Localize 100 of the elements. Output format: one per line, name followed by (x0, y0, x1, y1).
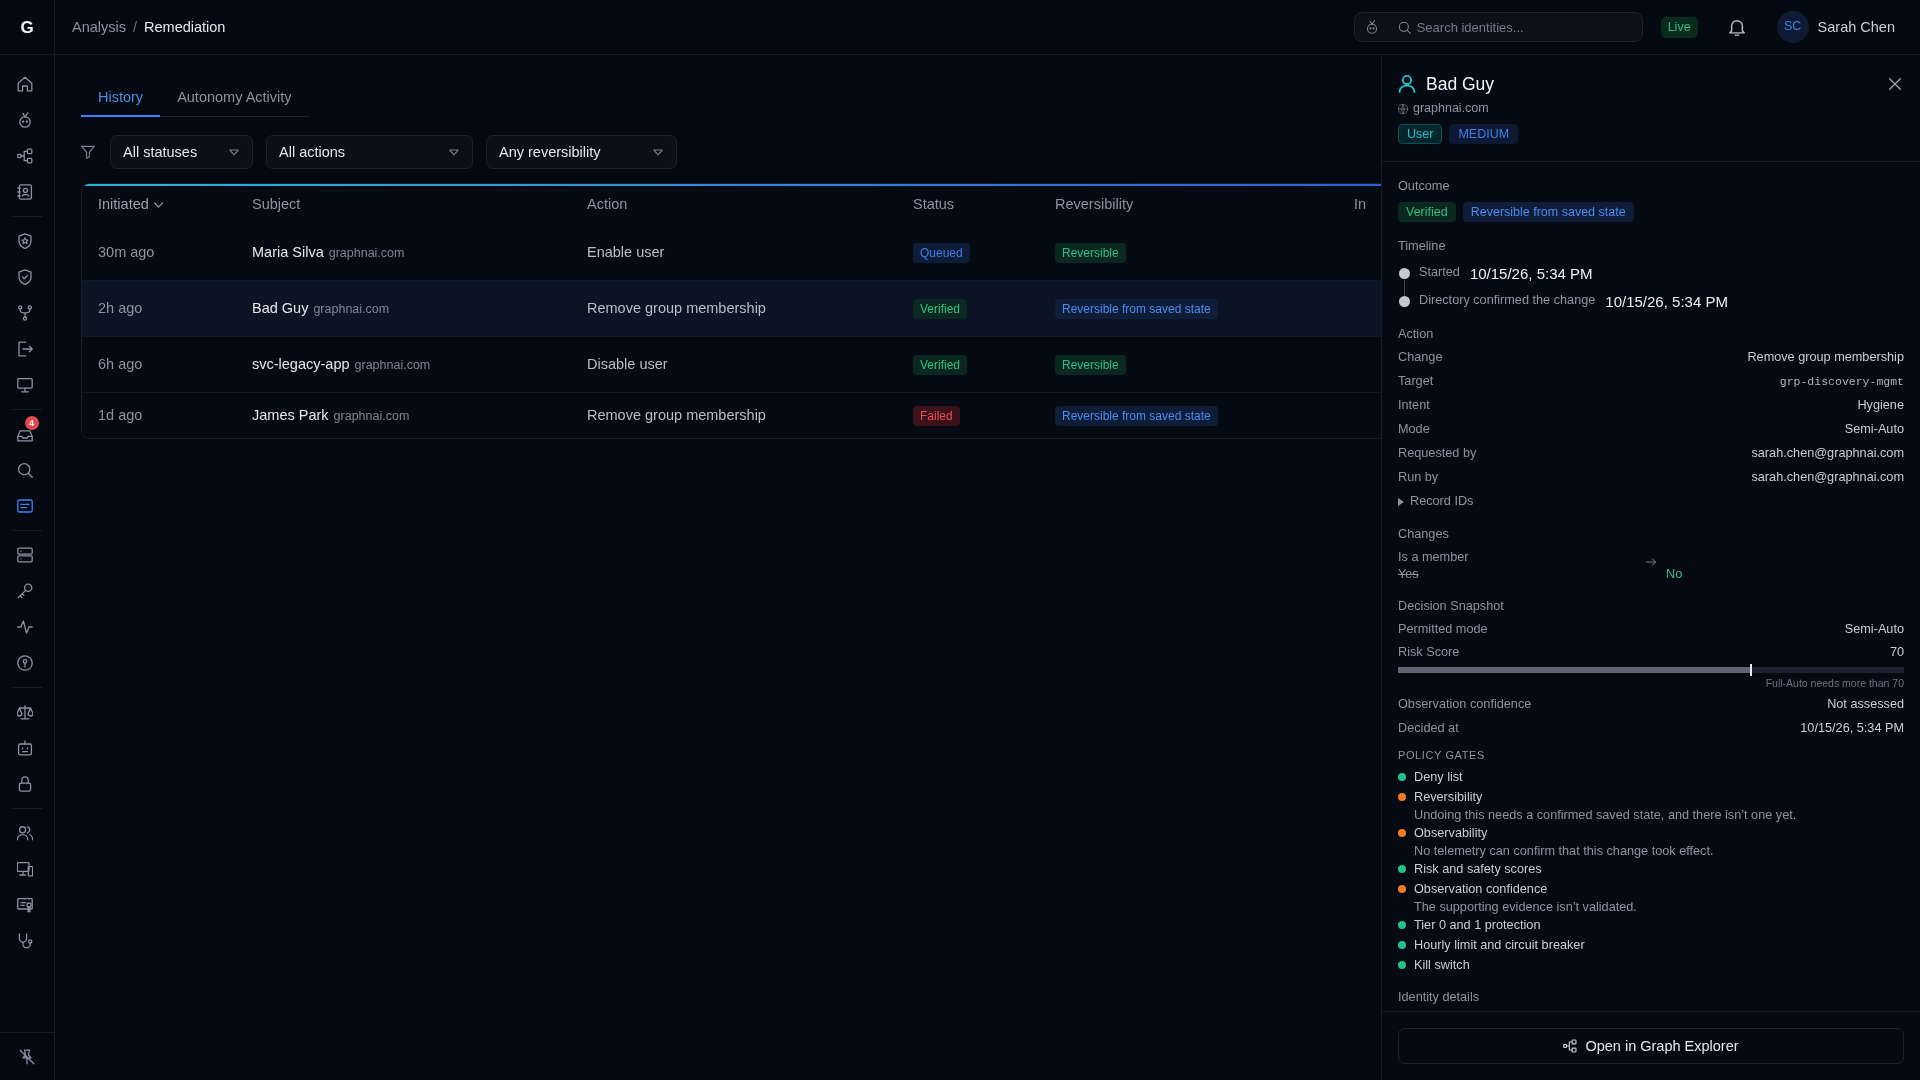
status-badge: Verified (913, 354, 968, 375)
event-time: 10/15/26, 5:34 PM (1469, 263, 1593, 284)
column-header[interactable]: Action (571, 184, 897, 224)
monitor-icon[interactable] (16, 377, 33, 393)
certificate-icon[interactable] (16, 897, 33, 913)
column-header[interactable]: Subject (236, 184, 571, 224)
reversibility-badge: Reversible (1055, 242, 1126, 263)
identity-tag: User (1398, 124, 1443, 144)
old-value: Yes (1398, 566, 1419, 582)
round-face-icon[interactable] (1364, 20, 1379, 34)
identity-name: Bad Guy (252, 299, 309, 316)
change-label: Is a member (1398, 549, 1469, 566)
field-label: Decided at (1398, 720, 1459, 738)
gate-detail: The supporting evidence isn’t validated. (1414, 899, 1637, 915)
nodes-icon[interactable] (16, 148, 33, 164)
keyhole-icon[interactable] (16, 655, 33, 671)
exit-icon[interactable] (16, 341, 33, 357)
gate-name: Kill switch (1414, 957, 1470, 974)
section-heading: Identity details (1398, 989, 1481, 1006)
pin-off-icon[interactable] (19, 1048, 35, 1065)
section-heading: Decision Snapshot (1398, 598, 1505, 615)
connection-status: Live (1660, 16, 1698, 38)
column-header[interactable]: Status (897, 184, 1039, 224)
breadcrumb-link[interactable]: Analysis (72, 16, 126, 38)
avatar[interactable]: SC (1776, 11, 1809, 43)
table-row[interactable]: 30m ago Maria Silva graphnai.com Enable user Queued Reversible (82, 224, 1381, 280)
field-value: grp-discovery-mgmt (1779, 373, 1904, 390)
filter-dropdown[interactable]: All statuses (110, 135, 253, 169)
bell-icon[interactable] (1727, 18, 1746, 36)
nodes-icon (1563, 1039, 1578, 1053)
reversibility-badge: Reversible (1055, 354, 1126, 375)
funnel-icon[interactable] (81, 145, 95, 159)
search-field[interactable]: Search identities... (1353, 12, 1643, 42)
gate-name: Hourly limit and circuit breaker (1414, 937, 1585, 954)
close-icon[interactable] (1889, 78, 1901, 90)
timeline-dot-icon (1399, 295, 1410, 307)
record-ids-toggle[interactable]: Record IDs (1398, 490, 1474, 514)
field-value: Semi-Auto (1844, 421, 1904, 439)
shield-check-icon[interactable] (16, 269, 33, 285)
section-heading: POLICY GATES (1398, 748, 1486, 763)
lock-icon[interactable] (16, 776, 33, 792)
section-heading: Timeline (1398, 238, 1447, 255)
identity-domain: graphnai.com (333, 409, 410, 423)
gate-detail: No telemetry can confirm that this change took effect. (1414, 843, 1714, 859)
home-icon[interactable] (16, 76, 33, 92)
field-label: Target (1398, 373, 1434, 391)
field-label: Risk Score (1398, 644, 1460, 662)
message-icon[interactable] (16, 498, 33, 514)
filter-dropdown[interactable]: All actions (266, 135, 473, 169)
reversibility-badge: Reversible from saved state (1055, 298, 1218, 319)
field-value: Hygiene (1857, 397, 1904, 415)
key-icon[interactable] (16, 583, 33, 599)
caret-icon (449, 148, 459, 156)
section-heading: Changes (1398, 526, 1450, 543)
scales-icon[interactable] (16, 704, 33, 720)
contact-book-icon[interactable] (16, 184, 33, 200)
table-row[interactable]: 2h ago Bad Guy graphnai.com Remove group membership Verified Reversible from saved state (82, 280, 1381, 336)
field-label: Observation confidence (1398, 696, 1532, 714)
shield-star-icon[interactable] (16, 233, 33, 249)
open-graph-explorer-button[interactable]: Open in Graph Explorer (1398, 1028, 1904, 1064)
server-icon[interactable] (16, 547, 33, 563)
reversibility-badge: Reversible from saved state (1055, 405, 1218, 426)
column-header[interactable]: In (1338, 184, 1381, 224)
new-value: No (1666, 566, 1683, 582)
gate-name: Risk and safety scores (1414, 861, 1542, 878)
round-face-icon[interactable] (16, 112, 33, 128)
pulse-icon[interactable] (16, 619, 33, 635)
fork-icon[interactable] (16, 305, 33, 321)
users-icon[interactable] (16, 825, 33, 841)
panel-title: Bad Guy (1426, 72, 1495, 96)
identity-name: Maria Silva (252, 243, 324, 260)
logo[interactable]: G (20, 18, 34, 36)
field-value: Not assessed (1827, 696, 1904, 714)
relative-time: 6h ago (98, 355, 143, 372)
search-input[interactable]: Search identities... (1416, 16, 1632, 38)
identity-domain: graphnai.com (313, 301, 390, 316)
event-time: 10/15/26, 5:34 PM (1605, 291, 1728, 312)
robot-icon[interactable] (16, 740, 33, 756)
column-header[interactable]: Reversibility (1039, 184, 1338, 224)
column-header[interactable]: Initiated (82, 184, 236, 224)
tab[interactable]: Autonomy Activity (160, 79, 309, 117)
search-icon[interactable] (16, 462, 33, 478)
status-badge: Queued (913, 242, 970, 263)
notification-count: 4 (24, 416, 39, 430)
devices-icon[interactable] (16, 861, 33, 877)
relative-time: 1d ago (98, 407, 143, 424)
field-label: Change (1398, 349, 1443, 367)
score-value: 70 (1889, 644, 1904, 662)
gate-name: Reversibility (1414, 789, 1484, 806)
relative-time: 30m ago (98, 243, 155, 260)
field-label: Permitted mode (1398, 621, 1488, 639)
status-badge: Verified (913, 298, 968, 319)
status-badge: Failed (913, 405, 960, 426)
filter-dropdown[interactable]: Any reversibility (486, 135, 677, 169)
tab[interactable]: History (81, 79, 161, 117)
stethoscope-icon[interactable] (16, 933, 33, 949)
identity-domain: graphnai.com (1413, 100, 1489, 118)
user-name[interactable]: Sarah Chen (1817, 16, 1895, 38)
action-text: Enable user (587, 243, 665, 260)
identity-domain: graphnai.com (328, 245, 405, 260)
